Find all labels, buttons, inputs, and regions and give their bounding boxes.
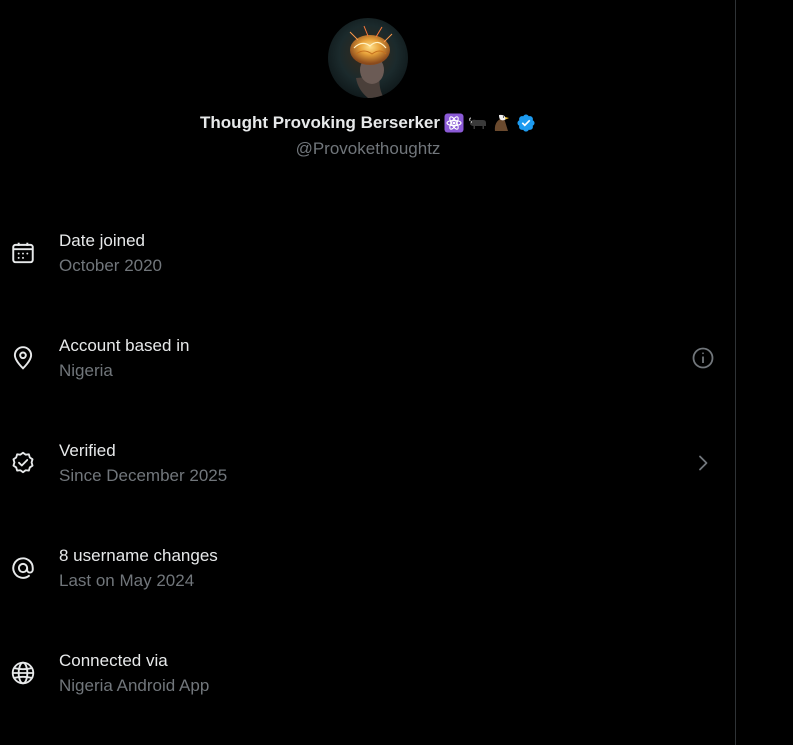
date-joined-label: Date joined — [59, 231, 146, 250]
verified-row[interactable]: Verified Since December 2025 — [0, 433, 736, 493]
connected-via-row: Connected via Nigeria Android App — [0, 643, 736, 703]
at-sign-icon — [12, 557, 34, 579]
date-joined-value: October 2020 — [59, 256, 163, 275]
atom-symbol-icon — [444, 113, 464, 133]
about-account-panel: Thought Provoking Berserker @Provokethou… — [0, 0, 736, 745]
info-icon[interactable] — [691, 346, 715, 370]
display-name: Thought Provoking Berserker — [200, 113, 440, 132]
globe-icon — [11, 661, 35, 685]
connected-via-value: Nigeria Android App — [59, 676, 210, 695]
verified-since: Since December 2025 — [59, 466, 228, 485]
calendar-icon — [12, 242, 34, 264]
verified-outline-icon — [12, 451, 34, 474]
account-based-in-label: Account based in — [59, 336, 190, 355]
bull-icon — [468, 113, 488, 133]
connected-via-label: Connected via — [59, 651, 168, 670]
date-joined-row: Date joined October 2020 — [0, 223, 736, 283]
verified-label: Verified — [59, 441, 116, 460]
username-changes-label: 8 username changes — [59, 546, 218, 565]
verified-badge-icon[interactable] — [516, 113, 536, 133]
account-based-in-row: Account based in Nigeria — [0, 328, 736, 388]
account-based-in-value: Nigeria — [59, 361, 113, 380]
user-handle: @Provokethoughtz — [295, 139, 441, 158]
avatar[interactable] — [328, 18, 408, 98]
profile-header: Thought Provoking Berserker @Provokethou… — [0, 18, 736, 159]
location-pin-icon — [13, 346, 33, 370]
username-changes-row: 8 username changes Last on May 2024 — [0, 538, 736, 598]
chevron-right-icon[interactable] — [691, 451, 715, 475]
username-changes-last: Last on May 2024 — [59, 571, 195, 590]
eagle-icon — [492, 113, 512, 133]
name-row: Thought Provoking Berserker — [0, 108, 736, 138]
